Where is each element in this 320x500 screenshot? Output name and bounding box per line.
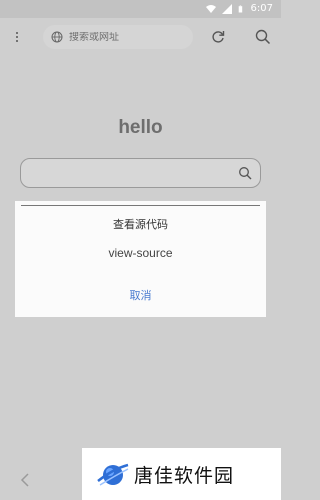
more-vert-icon[interactable]	[10, 28, 24, 46]
home-search-box[interactable]	[20, 158, 261, 188]
home-logo-text: hello	[118, 117, 163, 138]
battery-icon	[238, 5, 242, 12]
watermark-text: 唐佳软件园	[134, 465, 235, 487]
globe-icon	[51, 31, 63, 43]
chevron-left-icon[interactable]	[18, 472, 34, 488]
status-icons: 6:07	[205, 3, 273, 14]
cancel-button[interactable]: 取消	[15, 287, 266, 303]
status-bar: 6:07	[0, 0, 281, 18]
signal-icon	[221, 3, 232, 14]
url-bar[interactable]	[43, 25, 193, 49]
search-icon[interactable]	[254, 28, 272, 46]
view-source-cn-option[interactable]: 查看源代码	[15, 216, 266, 232]
url-input[interactable]	[69, 31, 179, 43]
search-icon[interactable]	[238, 166, 252, 180]
status-time: 6:07	[250, 3, 273, 14]
context-menu-dialog: 查看源代码 view-source 取消	[15, 201, 266, 317]
watermark: 唐佳软件园	[82, 448, 281, 500]
view-source-option[interactable]: view-source	[15, 246, 266, 260]
dialog-divider	[21, 205, 260, 206]
wifi-icon	[205, 4, 216, 13]
browser-toolbar	[0, 18, 281, 56]
planet-logo	[97, 463, 129, 486]
refresh-icon[interactable]	[209, 28, 227, 46]
